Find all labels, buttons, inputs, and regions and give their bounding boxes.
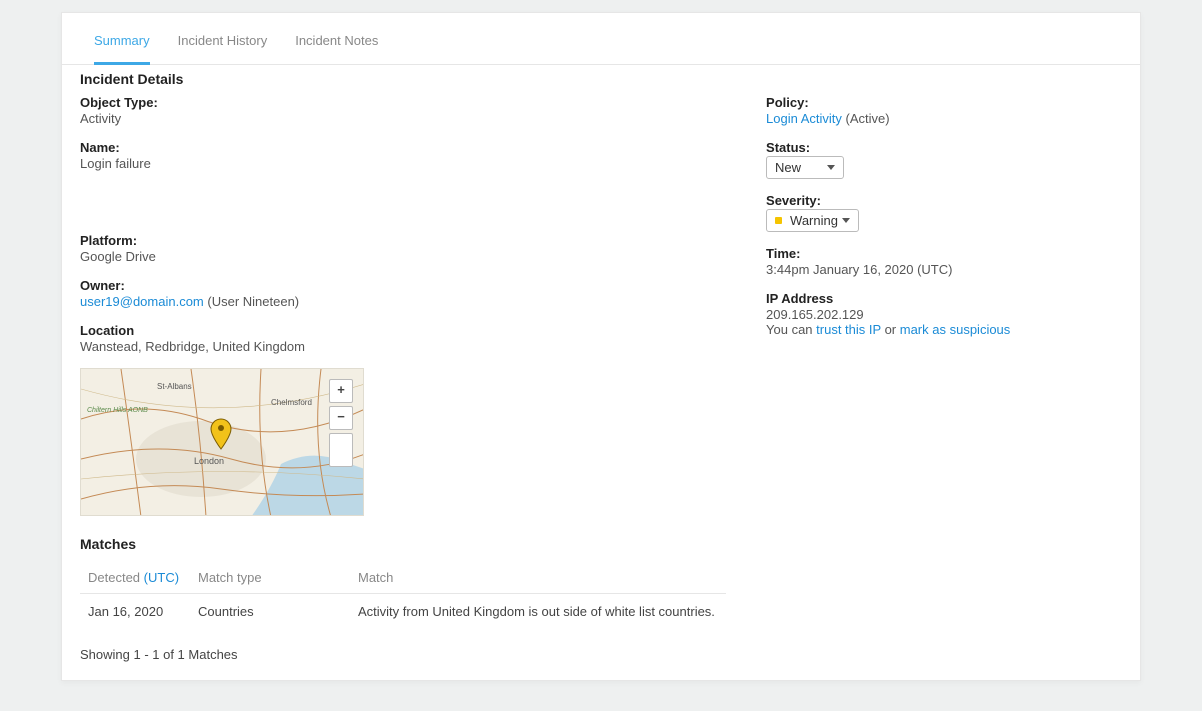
field-policy: Policy: Login Activity (Active) <box>766 95 1122 126</box>
col-match: Match <box>350 560 726 594</box>
map-label-chelmsford: Chelmsford <box>271 398 312 407</box>
severity-select[interactable]: Warning <box>766 209 859 232</box>
map-label-stalbans: St-Albans <box>157 382 192 391</box>
severity-label: Severity: <box>766 193 1122 208</box>
incident-left-column: Object Type: Activity Name: Login failur… <box>80 95 726 666</box>
mark-suspicious-link[interactable]: mark as suspicious <box>900 322 1011 337</box>
location-label: Location <box>80 323 726 338</box>
platform-value: Google Drive <box>80 249 726 264</box>
location-map[interactable]: London St-Albans Chelmsford Chiltern Hil… <box>80 368 364 516</box>
field-object-type: Object Type: Activity <box>80 95 726 126</box>
cell-detected: Jan 16, 2020 <box>80 594 190 630</box>
map-layers-button[interactable] <box>329 433 353 467</box>
time-value: 3:44pm January 16, 2020 (UTC) <box>766 262 1122 277</box>
map-zoom-out-button[interactable]: − <box>329 406 353 430</box>
chevron-down-icon <box>842 218 850 223</box>
owner-label: Owner: <box>80 278 726 293</box>
name-value: Login failure <box>80 156 726 171</box>
tab-bar: Summary Incident History Incident Notes <box>62 13 1140 65</box>
policy-label: Policy: <box>766 95 1122 110</box>
table-row: Jan 16, 2020 Countries Activity from Uni… <box>80 594 726 630</box>
chevron-down-icon <box>827 165 835 170</box>
field-time: Time: 3:44pm January 16, 2020 (UTC) <box>766 246 1122 277</box>
ip-action-or: or <box>881 322 900 337</box>
field-name: Name: Login failure <box>80 140 726 171</box>
matches-title: Matches <box>80 536 726 552</box>
field-platform: Platform: Google Drive <box>80 233 726 264</box>
field-location: Location Wanstead, Redbridge, United Kin… <box>80 323 726 354</box>
owner-extra: (User Nineteen) <box>204 294 299 309</box>
owner-link[interactable]: user19@domain.com <box>80 294 204 309</box>
ip-action-prefix: You can <box>766 322 816 337</box>
trust-ip-link[interactable]: trust this IP <box>816 322 881 337</box>
object-type-value: Activity <box>80 111 726 126</box>
status-label: Status: <box>766 140 1122 155</box>
tab-summary[interactable]: Summary <box>80 13 164 64</box>
tab-incident-notes[interactable]: Incident Notes <box>281 13 392 64</box>
map-label-london: London <box>194 456 224 466</box>
col-detected-label: Detected <box>88 570 144 585</box>
object-type-label: Object Type: <box>80 95 726 110</box>
col-detected: Detected (UTC) <box>80 560 190 594</box>
map-zoom-in-button[interactable]: + <box>329 379 353 403</box>
incident-panel: Summary Incident History Incident Notes … <box>61 12 1141 681</box>
platform-label: Platform: <box>80 233 726 248</box>
col-detected-utc[interactable]: (UTC) <box>144 570 179 585</box>
severity-dot-icon <box>775 217 782 224</box>
field-ip: IP Address 209.165.202.129 You can trust… <box>766 291 1122 337</box>
policy-extra: (Active) <box>842 111 890 126</box>
ip-value: 209.165.202.129 <box>766 307 1122 322</box>
map-label-chiltern: Chiltern Hills AONB <box>87 407 148 414</box>
cell-type: Countries <box>190 594 350 630</box>
time-label: Time: <box>766 246 1122 261</box>
field-severity: Severity: Warning <box>766 193 1122 232</box>
field-status: Status: New <box>766 140 1122 179</box>
status-select[interactable]: New <box>766 156 844 179</box>
severity-value: Warning <box>790 213 838 228</box>
location-value: Wanstead, Redbridge, United Kingdom <box>80 339 726 354</box>
policy-link[interactable]: Login Activity <box>766 111 842 126</box>
col-match-type: Match type <box>190 560 350 594</box>
cell-match: Activity from United Kingdom is out side… <box>350 594 726 630</box>
ip-label: IP Address <box>766 291 1122 306</box>
field-owner: Owner: user19@domain.com (User Nineteen) <box>80 278 726 309</box>
section-title-incident-details: Incident Details <box>80 71 1122 87</box>
matches-footer: Showing 1 - 1 of 1 Matches <box>80 629 726 666</box>
incident-right-column: Policy: Login Activity (Active) Status: … <box>766 95 1122 666</box>
tab-incident-history[interactable]: Incident History <box>164 13 282 64</box>
matches-table: Detected (UTC) Match type Match Jan 16, … <box>80 560 726 629</box>
status-value: New <box>775 160 801 175</box>
name-label: Name: <box>80 140 726 155</box>
